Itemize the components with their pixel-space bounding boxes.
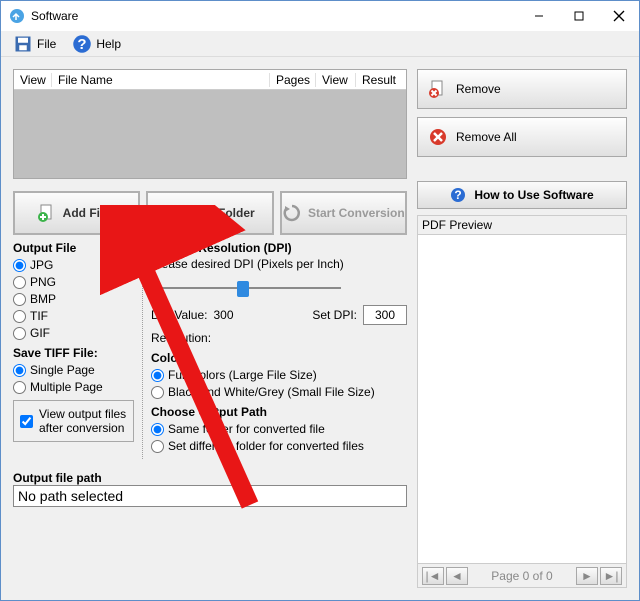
refresh-icon xyxy=(282,203,302,223)
file-list-header: View File Name Pages View Result xyxy=(14,70,406,90)
output-file-title: Output File xyxy=(13,241,134,255)
output-path-value[interactable]: No path selected xyxy=(13,485,407,507)
colors-group: Colors Full Colors (Large File Size) Bla… xyxy=(151,351,407,399)
col-view2[interactable]: View xyxy=(316,73,356,87)
output-path-title: Choose Output Path xyxy=(151,405,407,419)
folder-add-icon xyxy=(165,203,185,223)
help-icon: ? xyxy=(450,187,466,203)
close-button[interactable] xyxy=(599,2,639,30)
options-left: Output File JPG PNG BMP TIF GIF Save TIF… xyxy=(13,241,143,459)
start-conversion-label: Start Conversion xyxy=(308,206,405,220)
svg-text:?: ? xyxy=(455,188,462,202)
preview-body xyxy=(418,235,626,563)
side-buttons: Remove Remove All xyxy=(417,69,627,157)
next-page-button[interactable]: ► xyxy=(576,567,598,585)
col-result[interactable]: Result xyxy=(356,73,406,87)
radio-jpg[interactable]: JPG xyxy=(13,258,134,272)
view-after-checkbox[interactable]: View output files after conversion xyxy=(13,400,134,442)
first-page-button[interactable]: |◄ xyxy=(422,567,444,585)
radio-bw[interactable]: Black and White/Grey (Small File Size) xyxy=(151,385,407,399)
save-tiff-title: Save TIFF File: xyxy=(13,346,134,360)
file-list[interactable]: View File Name Pages View Result xyxy=(13,69,407,179)
page-label: Page 0 of 0 xyxy=(470,569,574,583)
output-path-footer: Output file path No path selected xyxy=(13,465,407,507)
svg-text:?: ? xyxy=(78,36,87,53)
add-files-button[interactable]: Add Files xyxy=(13,191,140,235)
set-dpi-label: Set DPI: xyxy=(312,308,357,322)
start-conversion-button[interactable]: Start Conversion xyxy=(280,191,407,235)
col-view[interactable]: View xyxy=(14,73,52,87)
resolution-sub-label: Resolution: xyxy=(151,331,407,345)
radio-tif[interactable]: TIF xyxy=(13,309,134,323)
set-dpi-input[interactable] xyxy=(363,305,407,325)
maximize-button[interactable] xyxy=(559,2,599,30)
radio-gif[interactable]: GIF xyxy=(13,326,134,340)
radio-full-color[interactable]: Full Colors (Large File Size) xyxy=(151,368,407,382)
resolution-desc: Please desired DPI (Pixels per Inch) xyxy=(151,257,407,271)
minimize-button[interactable] xyxy=(519,2,559,30)
menu-file[interactable]: File xyxy=(5,32,64,56)
resolution-title: Choose Resolution (DPI) xyxy=(151,241,407,255)
prev-page-button[interactable]: ◄ xyxy=(446,567,468,585)
page-add-icon xyxy=(37,203,57,223)
dpi-slider[interactable] xyxy=(151,279,341,297)
add-folder-label: Add Folder xyxy=(191,206,254,220)
output-path-label: Output file path xyxy=(13,471,407,485)
window-title: Software xyxy=(31,9,519,23)
dpi-value-label: DPI Value: xyxy=(151,308,207,322)
colors-title: Colors xyxy=(151,351,407,365)
left-column: View File Name Pages View Result Add Fil… xyxy=(13,69,407,588)
dpi-value: 300 xyxy=(213,308,233,322)
menu-help-label: Help xyxy=(96,37,121,51)
radio-same-folder[interactable]: Same folder for converted file xyxy=(151,422,407,436)
slider-thumb[interactable] xyxy=(237,281,249,297)
preview-title: PDF Preview xyxy=(418,216,626,235)
resolution-group: Choose Resolution (DPI) Please desired D… xyxy=(151,241,407,345)
page-delete-icon xyxy=(428,79,448,99)
app-icon xyxy=(9,8,25,24)
toolbar: Add Files Add Folder Start Conversion xyxy=(13,191,407,235)
radio-png[interactable]: PNG xyxy=(13,275,134,289)
save-tiff-group: Save TIFF File: Single Page Multiple Pag… xyxy=(13,346,134,394)
remove-all-label: Remove All xyxy=(456,130,517,144)
options-right: Choose Resolution (DPI) Please desired D… xyxy=(151,241,407,459)
last-page-button[interactable]: ►| xyxy=(600,567,622,585)
app-window: Software File ? Help View File Name Page… xyxy=(0,0,640,601)
radio-diff-folder[interactable]: Set different folder for converted files xyxy=(151,439,407,453)
output-file-group: Output File JPG PNG BMP TIF GIF xyxy=(13,241,134,340)
col-filename[interactable]: File Name xyxy=(52,73,270,87)
output-path-group: Choose Output Path Same folder for conve… xyxy=(151,405,407,453)
how-to-button[interactable]: ? How to Use Software xyxy=(417,181,627,209)
titlebar: Software xyxy=(1,1,639,31)
add-folder-button[interactable]: Add Folder xyxy=(146,191,273,235)
menu-help[interactable]: ? Help xyxy=(64,32,129,56)
help-icon: ? xyxy=(72,34,92,54)
col-pages[interactable]: Pages xyxy=(270,73,316,87)
view-after-input[interactable] xyxy=(20,415,33,428)
view-after-label: View output files after conversion xyxy=(39,407,127,435)
radio-multiple-page[interactable]: Multiple Page xyxy=(13,380,134,394)
remove-all-button[interactable]: Remove All xyxy=(417,117,627,157)
how-to-label: How to Use Software xyxy=(474,188,593,202)
right-column: Remove Remove All ? How to Use Software … xyxy=(417,69,627,588)
radio-single-page[interactable]: Single Page xyxy=(13,363,134,377)
content: View File Name Pages View Result Add Fil… xyxy=(1,57,639,600)
remove-label: Remove xyxy=(456,82,501,96)
remove-all-icon xyxy=(428,127,448,147)
pdf-preview: PDF Preview |◄ ◄ Page 0 of 0 ► ►| xyxy=(417,215,627,588)
radio-bmp[interactable]: BMP xyxy=(13,292,134,306)
save-icon xyxy=(13,34,33,54)
menu-file-label: File xyxy=(37,37,56,51)
add-files-label: Add Files xyxy=(63,206,117,220)
remove-button[interactable]: Remove xyxy=(417,69,627,109)
preview-footer: |◄ ◄ Page 0 of 0 ► ►| xyxy=(418,563,626,587)
dpi-value-row: DPI Value: 300 Set DPI: xyxy=(151,305,407,325)
menubar: File ? Help xyxy=(1,31,639,57)
options-area: Output File JPG PNG BMP TIF GIF Save TIF… xyxy=(13,241,407,459)
